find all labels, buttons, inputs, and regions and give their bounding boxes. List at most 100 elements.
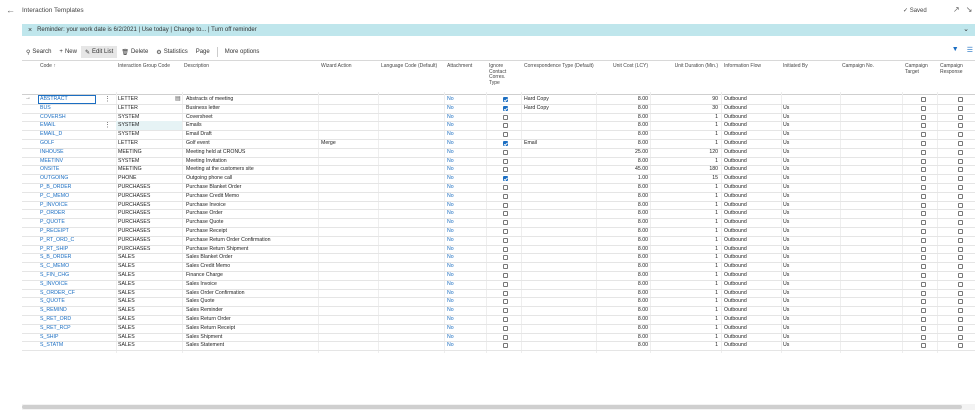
target-checkbox[interactable] <box>921 211 926 217</box>
ignore-checkbox[interactable] <box>503 97 508 102</box>
collapse-icon[interactable]: ↘ <box>966 5 973 14</box>
column-header-desc[interactable]: Description <box>184 63 314 96</box>
resp-checkbox[interactable] <box>958 264 963 270</box>
resp-checkbox[interactable] <box>958 176 963 182</box>
cell-code[interactable]: S_RET_RCP <box>40 324 95 333</box>
statistics-button[interactable]: ⚙ Statistics <box>152 46 191 58</box>
column-header-corr[interactable]: Correspondence Type (Default) <box>524 63 594 96</box>
cell-code[interactable]: S_REMIND <box>40 306 95 315</box>
target-checkbox[interactable] <box>921 114 926 120</box>
column-header-flow[interactable]: Information Flow <box>724 63 779 96</box>
ignore-checkbox[interactable] <box>503 264 508 270</box>
target-checkbox[interactable] <box>921 255 926 261</box>
ignore-checkbox[interactable] <box>503 308 508 314</box>
cell-code[interactable]: S_RET_ORD <box>40 315 95 324</box>
resp-checkbox[interactable] <box>958 220 963 226</box>
column-header-cost[interactable]: Unit Cost (LCY) <box>598 63 648 96</box>
filter-icon[interactable]: ▼ <box>952 46 959 54</box>
target-checkbox[interactable] <box>921 149 926 155</box>
resp-checkbox[interactable] <box>958 343 963 349</box>
ignore-checkbox[interactable] <box>503 255 508 261</box>
target-checkbox[interactable] <box>921 317 926 322</box>
close-icon[interactable]: × <box>28 27 32 34</box>
target-checkbox[interactable] <box>921 246 926 252</box>
cell-code[interactable]: OUTGOING <box>40 174 95 183</box>
list-view-icon[interactable]: ☰ <box>967 46 973 54</box>
ignore-checkbox[interactable] <box>503 290 508 296</box>
column-header-dur[interactable]: Unit Duration (Min.) <box>652 63 718 96</box>
resp-checkbox[interactable] <box>958 246 963 252</box>
cell-code[interactable]: S_SHIP <box>40 333 95 342</box>
ignore-checkbox[interactable] <box>503 237 508 243</box>
column-header-ignore[interactable]: Ignore Contact Corres. Type <box>489 63 517 96</box>
resp-checkbox[interactable] <box>958 132 963 138</box>
edit-list-button[interactable]: ✎ Edit List <box>80 46 118 58</box>
new-button[interactable]: + New <box>55 46 81 58</box>
resp-checkbox[interactable] <box>958 202 963 208</box>
cell-code[interactable]: S_STATM <box>40 341 95 350</box>
ignore-checkbox[interactable] <box>503 114 508 120</box>
ignore-checkbox[interactable] <box>503 132 508 138</box>
back-icon[interactable]: ← <box>6 5 15 15</box>
target-checkbox[interactable] <box>921 97 926 102</box>
cell-code[interactable]: GOLF <box>40 139 95 148</box>
horizontal-scrollbar[interactable] <box>22 404 975 410</box>
column-header-camp[interactable]: Campaign No. <box>842 63 892 96</box>
cell-code[interactable]: EMAIL <box>40 121 95 130</box>
resp-checkbox[interactable] <box>958 229 963 234</box>
cell-code[interactable]: P_RT_ORD_C <box>40 236 95 245</box>
delete-button[interactable]: 🗑 Delete <box>117 46 152 58</box>
resp-checkbox[interactable] <box>958 123 963 129</box>
resp-checkbox[interactable] <box>958 185 963 190</box>
target-checkbox[interactable] <box>921 123 926 129</box>
target-checkbox[interactable] <box>921 132 926 138</box>
ignore-checkbox[interactable] <box>503 141 508 146</box>
resp-checkbox[interactable] <box>958 141 963 146</box>
ignore-checkbox[interactable] <box>503 334 508 340</box>
column-header-group[interactable]: Interaction Group Code <box>118 63 180 96</box>
resp-checkbox[interactable] <box>958 308 963 314</box>
ignore-checkbox[interactable] <box>503 193 508 199</box>
ignore-checkbox[interactable] <box>503 246 508 252</box>
scrollbar-thumb[interactable] <box>22 405 962 409</box>
target-checkbox[interactable] <box>921 325 926 331</box>
column-header-lang[interactable]: Language Code (Default) <box>381 63 441 96</box>
resp-checkbox[interactable] <box>958 334 963 340</box>
cell-code[interactable]: ONSITE <box>40 165 95 174</box>
ignore-checkbox[interactable] <box>503 317 508 322</box>
ignore-checkbox[interactable] <box>503 299 508 305</box>
resp-checkbox[interactable] <box>958 193 963 199</box>
target-checkbox[interactable] <box>921 334 926 340</box>
target-checkbox[interactable] <box>921 343 926 349</box>
target-checkbox[interactable] <box>921 202 926 208</box>
column-header-resp[interactable]: Campaign Response <box>940 63 974 96</box>
ignore-checkbox[interactable] <box>503 273 508 278</box>
column-header-wizard[interactable]: Wizard Action <box>321 63 376 96</box>
page-menu-button[interactable]: Page <box>192 46 214 58</box>
target-checkbox[interactable] <box>921 273 926 278</box>
target-checkbox[interactable] <box>921 229 926 234</box>
ignore-checkbox[interactable] <box>503 149 508 155</box>
target-checkbox[interactable] <box>921 193 926 199</box>
cell-code[interactable]: EMAIL_D <box>40 130 95 139</box>
target-checkbox[interactable] <box>921 176 926 182</box>
cell-code[interactable]: MEETINV <box>40 157 95 166</box>
ignore-checkbox[interactable] <box>503 123 508 129</box>
resp-checkbox[interactable] <box>958 273 963 278</box>
resp-checkbox[interactable] <box>958 167 963 173</box>
cell-code[interactable]: P_ORDER <box>40 209 95 218</box>
cell-code[interactable]: S_C_MEMO <box>40 262 95 271</box>
column-header-init[interactable]: Initiated By <box>783 63 838 96</box>
target-checkbox[interactable] <box>921 185 926 190</box>
cell-code[interactable]: ABSTRACT <box>40 95 95 104</box>
resp-checkbox[interactable] <box>958 114 963 120</box>
resp-checkbox[interactable] <box>958 211 963 217</box>
cell-code[interactable]: P_RT_SHIP <box>40 245 95 254</box>
cell-code[interactable]: S_ORDER_CF <box>40 289 95 298</box>
resp-checkbox[interactable] <box>958 158 963 164</box>
ignore-checkbox[interactable] <box>503 176 508 182</box>
column-header-target[interactable]: Campaign Target <box>905 63 933 96</box>
cell-code[interactable]: COVERSH <box>40 113 95 122</box>
resp-checkbox[interactable] <box>958 255 963 261</box>
resp-checkbox[interactable] <box>958 299 963 305</box>
